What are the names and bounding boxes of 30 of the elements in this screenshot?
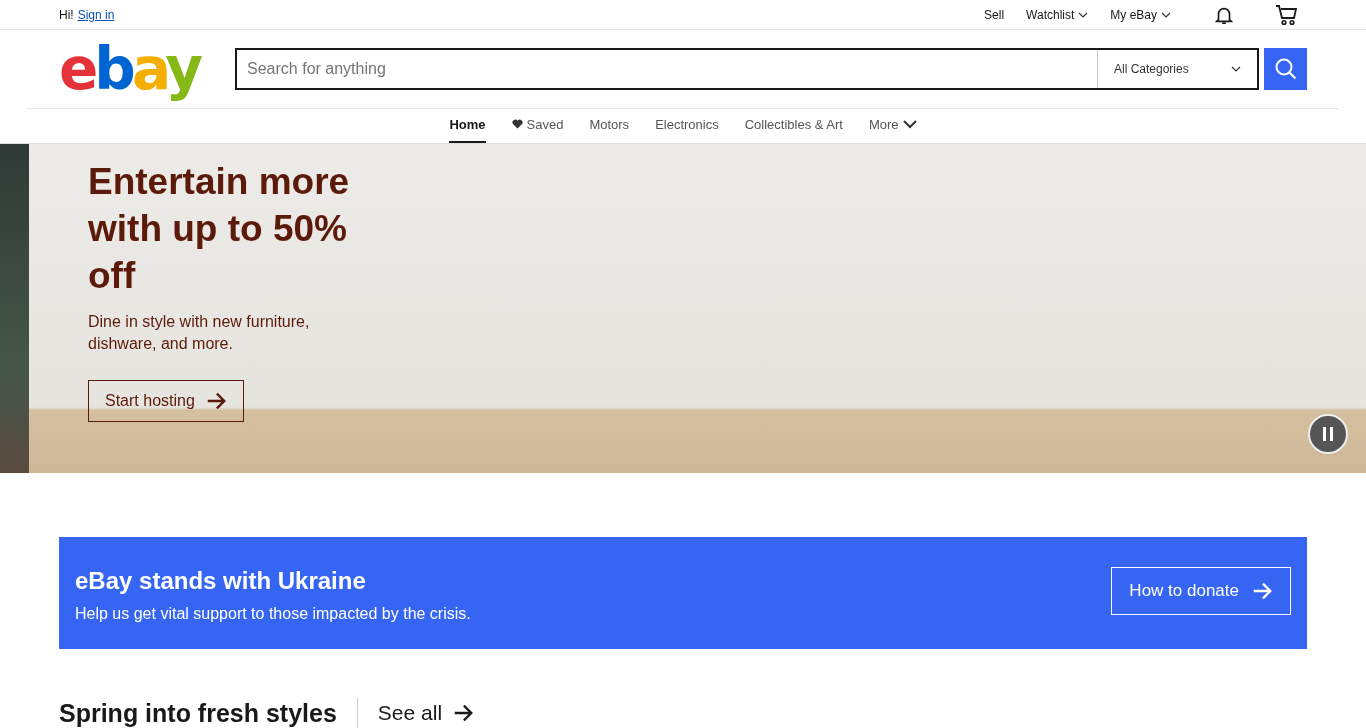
chevron-down-icon[interactable]	[1231, 66, 1241, 72]
search-button[interactable]	[1264, 48, 1307, 90]
nav-tab[interactable]: Motors	[589, 106, 630, 143]
nav-tab[interactable]: Collectibles & Art	[744, 106, 843, 143]
top-nav-link[interactable]: Sell	[984, 5, 1005, 24]
sign-in-link[interactable]: Sign in	[77, 5, 115, 24]
hero-subtitle: Dine in style with new furniture, dishware, and more.	[88, 312, 311, 354]
search-icon[interactable]	[1273, 57, 1298, 81]
chevron-down-icon[interactable]	[1161, 11, 1171, 18]
nav-tab[interactable]: Saved	[511, 106, 564, 143]
nav-tab[interactable]: More	[868, 106, 917, 143]
pause-button[interactable]	[1308, 414, 1348, 454]
chevron-down-icon[interactable]	[1078, 11, 1089, 18]
nav-tab[interactable]: Electronics	[655, 106, 719, 143]
category-dropdown[interactable]: All Categories	[1097, 50, 1257, 88]
heart-icon[interactable]	[511, 119, 523, 130]
search-bar[interactable]: Search for anything All Categories	[235, 48, 1259, 90]
banner-text: Help us get vital support to those impacted by the crisis.	[75, 603, 471, 624]
how-to-donate-button[interactable]: How to donate	[1111, 567, 1291, 615]
chevron-down-icon[interactable]	[902, 119, 917, 129]
top-nav-link[interactable]: My eBay	[1110, 5, 1171, 24]
top-nav-link[interactable]: Watchlist	[1026, 5, 1089, 24]
start-hosting-button[interactable]: Start hosting	[88, 380, 244, 422]
pause-icon[interactable]	[1321, 426, 1335, 442]
greeting-text: Hi!	[59, 6, 74, 24]
cart-icon[interactable]	[1275, 3, 1299, 26]
hero-title: Entertain more with up to 50% off	[88, 160, 351, 298]
see-all-link[interactable]: See all	[377, 697, 475, 728]
section-title: Spring into fresh styles	[59, 697, 358, 728]
banner-title: eBay stands with Ukraine	[75, 567, 367, 596]
